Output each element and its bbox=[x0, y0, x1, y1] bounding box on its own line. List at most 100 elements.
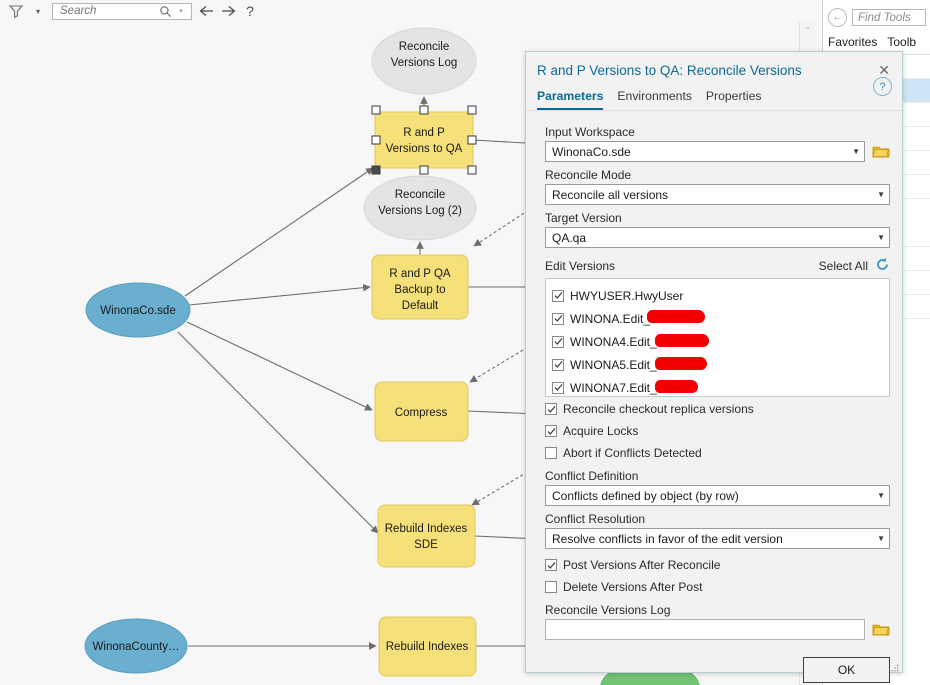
version-name: WINONA.Edit_ bbox=[570, 311, 651, 326]
node-label: WinonaCounty… bbox=[93, 641, 180, 653]
edit-versions-header: Edit Versions Select All bbox=[545, 257, 890, 275]
node-label: R and P QA bbox=[389, 268, 450, 280]
conflict-resolution-label: Conflict Resolution bbox=[545, 512, 646, 527]
input-workspace-label: Input Workspace bbox=[545, 125, 635, 140]
checkbox[interactable] bbox=[552, 335, 564, 348]
checkbox[interactable] bbox=[545, 447, 557, 460]
option-abort-if-conflicts[interactable]: Abort if Conflicts Detected bbox=[545, 443, 890, 463]
scroll-up-button[interactable]: ⌃ bbox=[800, 22, 816, 39]
conflict-definition-label: Conflict Definition bbox=[545, 469, 639, 484]
reconcile-mode-label: Reconcile Mode bbox=[545, 168, 632, 183]
search-chevron-down-icon[interactable]: ▾ bbox=[173, 3, 189, 19]
tab-environments[interactable]: Environments bbox=[617, 89, 692, 110]
option-acquire-locks[interactable]: Acquire Locks bbox=[545, 421, 890, 441]
node-label: Rebuild Indexes bbox=[385, 523, 468, 535]
checkbox[interactable] bbox=[545, 559, 557, 572]
select-handle-w bbox=[371, 135, 381, 145]
input-workspace-value: WinonaCo.sde bbox=[552, 144, 631, 159]
option-label: Delete Versions After Post bbox=[563, 580, 703, 595]
option-label: Acquire Locks bbox=[563, 424, 639, 439]
node-label: Rebuild Indexes bbox=[386, 641, 469, 653]
option-label: Abort if Conflicts Detected bbox=[563, 446, 702, 461]
find-tools-input[interactable]: Find Tools bbox=[852, 9, 926, 26]
node-label: Default bbox=[402, 300, 439, 312]
folder-icon[interactable] bbox=[872, 144, 890, 159]
magnifier-icon[interactable] bbox=[157, 3, 173, 19]
folder-icon[interactable] bbox=[872, 622, 890, 637]
node-label: Versions Log (2) bbox=[378, 205, 462, 217]
dialog-title-bar: R and P Versions to QA: Reconcile Versio… bbox=[526, 52, 902, 79]
back-arrow-icon[interactable] bbox=[198, 3, 214, 19]
chevron-down-icon[interactable]: ▼ bbox=[852, 147, 860, 156]
option-reconcile-checkout-replica[interactable]: Reconcile checkout replica versions bbox=[545, 399, 890, 419]
filter-icon[interactable] bbox=[8, 3, 24, 19]
list-item[interactable]: WINONA5.Edit_ bbox=[552, 353, 883, 376]
chevron-down-icon[interactable]: ▼ bbox=[877, 233, 885, 242]
model-toolbar: ▾ ▾ ? bbox=[0, 0, 275, 22]
reconcile-log-label: Reconcile Versions Log bbox=[545, 603, 671, 618]
conflict-resolution-combo[interactable]: Resolve conflicts in favor of the edit v… bbox=[545, 528, 890, 550]
select-handle-se bbox=[467, 165, 477, 175]
checkbox[interactable] bbox=[545, 581, 557, 594]
node-label: SDE bbox=[414, 539, 438, 551]
list-item[interactable]: WINONA.Edit_ bbox=[552, 307, 883, 330]
reconcile-log-row bbox=[545, 619, 890, 641]
edit-versions-list[interactable]: HWYUSER.HwyUser WINONA.Edit_ WINONA4.Edi… bbox=[545, 278, 890, 399]
option-delete-versions-after-post[interactable]: Delete Versions After Post bbox=[545, 577, 890, 597]
tab-favorites[interactable]: Favorites bbox=[828, 35, 877, 49]
reconcile-log-input[interactable] bbox=[545, 619, 865, 641]
reconcile-mode-value: Reconcile all versions bbox=[552, 187, 669, 202]
dialog-tabs: Parameters Environments Properties ? bbox=[526, 77, 902, 111]
dialog-button-bar: OK bbox=[526, 640, 902, 684]
checkbox[interactable] bbox=[545, 425, 557, 438]
resize-grip[interactable] bbox=[891, 661, 899, 672]
panel-back-button[interactable]: ← bbox=[828, 8, 847, 27]
conflict-definition-value: Conflicts defined by object (by row) bbox=[552, 488, 739, 503]
forward-arrow-icon[interactable] bbox=[220, 3, 236, 19]
conflict-definition-combo[interactable]: Conflicts defined by object (by row) ▼ bbox=[545, 485, 890, 507]
node-rebuild-indexes-sde bbox=[377, 504, 476, 568]
version-name: WINONA5.Edit_ bbox=[570, 357, 657, 372]
target-version-combo[interactable]: QA.qa ▼ bbox=[545, 227, 890, 249]
node-label: Backup to bbox=[394, 284, 445, 296]
node-label: Reconcile bbox=[399, 41, 450, 53]
chevron-down-icon[interactable]: ▼ bbox=[877, 491, 885, 500]
ok-button[interactable]: OK bbox=[803, 657, 890, 684]
option-label: Reconcile checkout replica versions bbox=[563, 402, 754, 417]
chevron-down-icon[interactable]: ▼ bbox=[877, 190, 885, 199]
list-item[interactable]: WINONA4.Edit_ bbox=[552, 330, 883, 353]
help-icon[interactable]: ? bbox=[242, 3, 258, 19]
version-name: WINONA7.Edit_ bbox=[570, 380, 657, 395]
dialog-body: Input Workspace WinonaCo.sde ▼ Reconcile… bbox=[526, 111, 902, 641]
checkbox[interactable] bbox=[552, 289, 564, 302]
input-workspace-row: WinonaCo.sde ▼ bbox=[545, 141, 890, 163]
checkbox[interactable] bbox=[545, 403, 557, 416]
option-label: Post Versions After Reconcile bbox=[563, 558, 721, 573]
node-r-and-p-versions-to-qa bbox=[374, 111, 474, 169]
checkbox[interactable] bbox=[552, 312, 564, 325]
node-label: Versions to QA bbox=[386, 143, 463, 155]
select-handle-nw bbox=[371, 105, 381, 115]
tab-toolboxes[interactable]: Toolb bbox=[887, 35, 916, 49]
close-icon[interactable]: ✕ bbox=[876, 63, 892, 77]
tab-parameters[interactable]: Parameters bbox=[537, 89, 604, 111]
reconcile-mode-combo[interactable]: Reconcile all versions ▼ bbox=[545, 184, 890, 206]
help-icon[interactable]: ? bbox=[873, 77, 892, 97]
list-item[interactable]: WINONA7.Edit_ bbox=[552, 376, 883, 399]
chevron-down-icon[interactable]: ▾ bbox=[30, 3, 46, 19]
list-item[interactable]: HWYUSER.HwyUser bbox=[552, 284, 883, 307]
version-name: WINONA4.Edit_ bbox=[570, 334, 657, 349]
redaction-mark bbox=[655, 357, 707, 371]
input-workspace-combo[interactable]: WinonaCo.sde ▼ bbox=[545, 141, 865, 163]
refresh-icon[interactable] bbox=[875, 257, 890, 275]
search-input[interactable] bbox=[58, 4, 157, 18]
chevron-down-icon[interactable]: ▼ bbox=[877, 534, 885, 543]
select-all-button[interactable]: Select All bbox=[819, 259, 868, 273]
checkbox[interactable] bbox=[552, 381, 564, 394]
tab-properties[interactable]: Properties bbox=[706, 89, 762, 110]
search-box[interactable]: ▾ bbox=[52, 2, 192, 20]
option-post-versions-after-reconcile[interactable]: Post Versions After Reconcile bbox=[545, 555, 890, 575]
checkbox[interactable] bbox=[552, 358, 564, 371]
target-version-value: QA.qa bbox=[552, 230, 587, 245]
redaction-mark bbox=[655, 334, 709, 348]
